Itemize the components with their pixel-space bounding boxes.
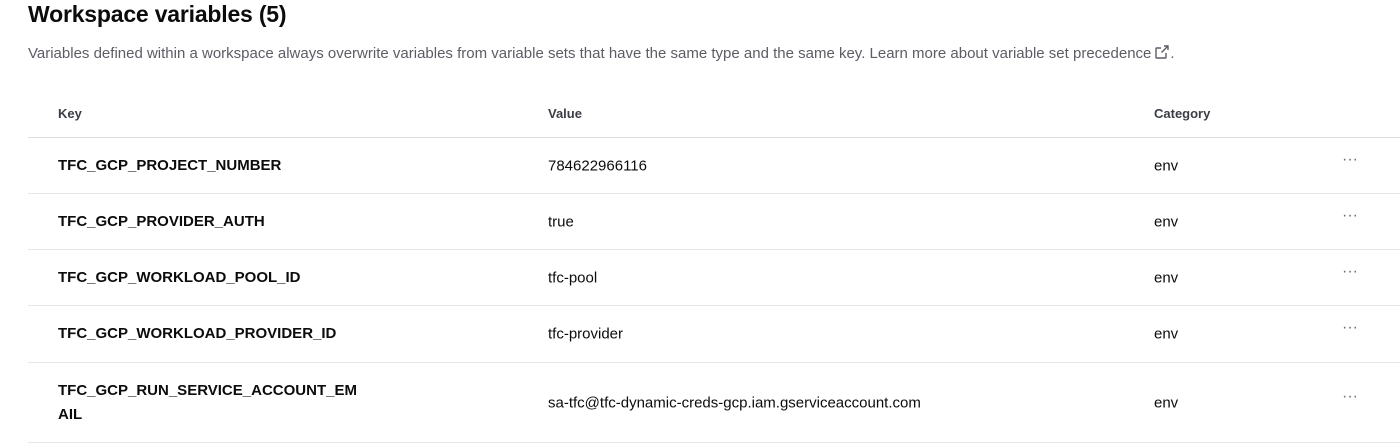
ellipsis-icon[interactable]: ···: [1342, 207, 1358, 223]
variable-key: TFC_GCP_PROVIDER_AUTH: [58, 212, 265, 230]
variable-key: TFC_GCP_WORKLOAD_POOL_ID: [58, 268, 301, 286]
header-value: Value: [548, 106, 582, 121]
variable-value: true: [548, 213, 574, 230]
header-category: Category: [1154, 106, 1211, 121]
variable-category: env: [1154, 394, 1179, 411]
table-row: TFC_GCP_WORKLOAD_PROVIDER_ID tfc-provide…: [28, 306, 1400, 363]
variable-set-precedence-link[interactable]: variable set precedence: [992, 45, 1170, 62]
variable-key: TFC_GCP_PROJECT_NUMBER: [58, 156, 282, 174]
variable-category: env: [1154, 213, 1179, 230]
header-key: Key: [58, 106, 82, 121]
variable-category: env: [1154, 269, 1179, 286]
variable-value: 784622966116: [548, 157, 647, 174]
variable-value: tfc-provider: [548, 325, 624, 343]
table-header: Key Value Category: [28, 93, 1400, 138]
external-link-icon: [1154, 44, 1170, 66]
link-text: variable set precedence: [992, 45, 1152, 62]
variable-category: env: [1154, 157, 1179, 174]
description-text: Variables defined within a workspace alw…: [28, 45, 993, 62]
variables-table: Key Value Category TFC_GCP_PROJECT_NUMBE…: [28, 93, 1400, 443]
ellipsis-icon[interactable]: ···: [1342, 151, 1358, 167]
page-description: Variables defined within a workspace alw…: [28, 44, 1175, 66]
description-end: .: [1170, 45, 1175, 62]
variable-key: TFC_GCP_RUN_SERVICE_ACCOUNT_EMAIL: [58, 381, 357, 423]
table-row: TFC_GCP_RUN_SERVICE_ACCOUNT_EMAIL sa-tfc…: [28, 363, 1400, 443]
table-row: TFC_GCP_PROVIDER_AUTH true env ···: [28, 194, 1400, 250]
ellipsis-icon[interactable]: ···: [1342, 320, 1358, 336]
table-row: TFC_GCP_WORKLOAD_POOL_ID tfc-pool env ··…: [28, 250, 1400, 306]
variable-value: tfc-pool: [548, 269, 598, 286]
page-title: Workspace variables (5): [28, 1, 287, 27]
variable-category: env: [1154, 325, 1179, 343]
variable-key: TFC_GCP_WORKLOAD_PROVIDER_ID: [58, 325, 337, 342]
variable-value: sa-tfc@tfc-dynamic-creds-gcp.iam.gservic…: [548, 394, 921, 411]
ellipsis-icon[interactable]: ···: [1342, 263, 1358, 279]
table-row: TFC_GCP_PROJECT_NUMBER 784622966116 env …: [28, 138, 1400, 194]
ellipsis-icon[interactable]: ···: [1342, 388, 1358, 404]
